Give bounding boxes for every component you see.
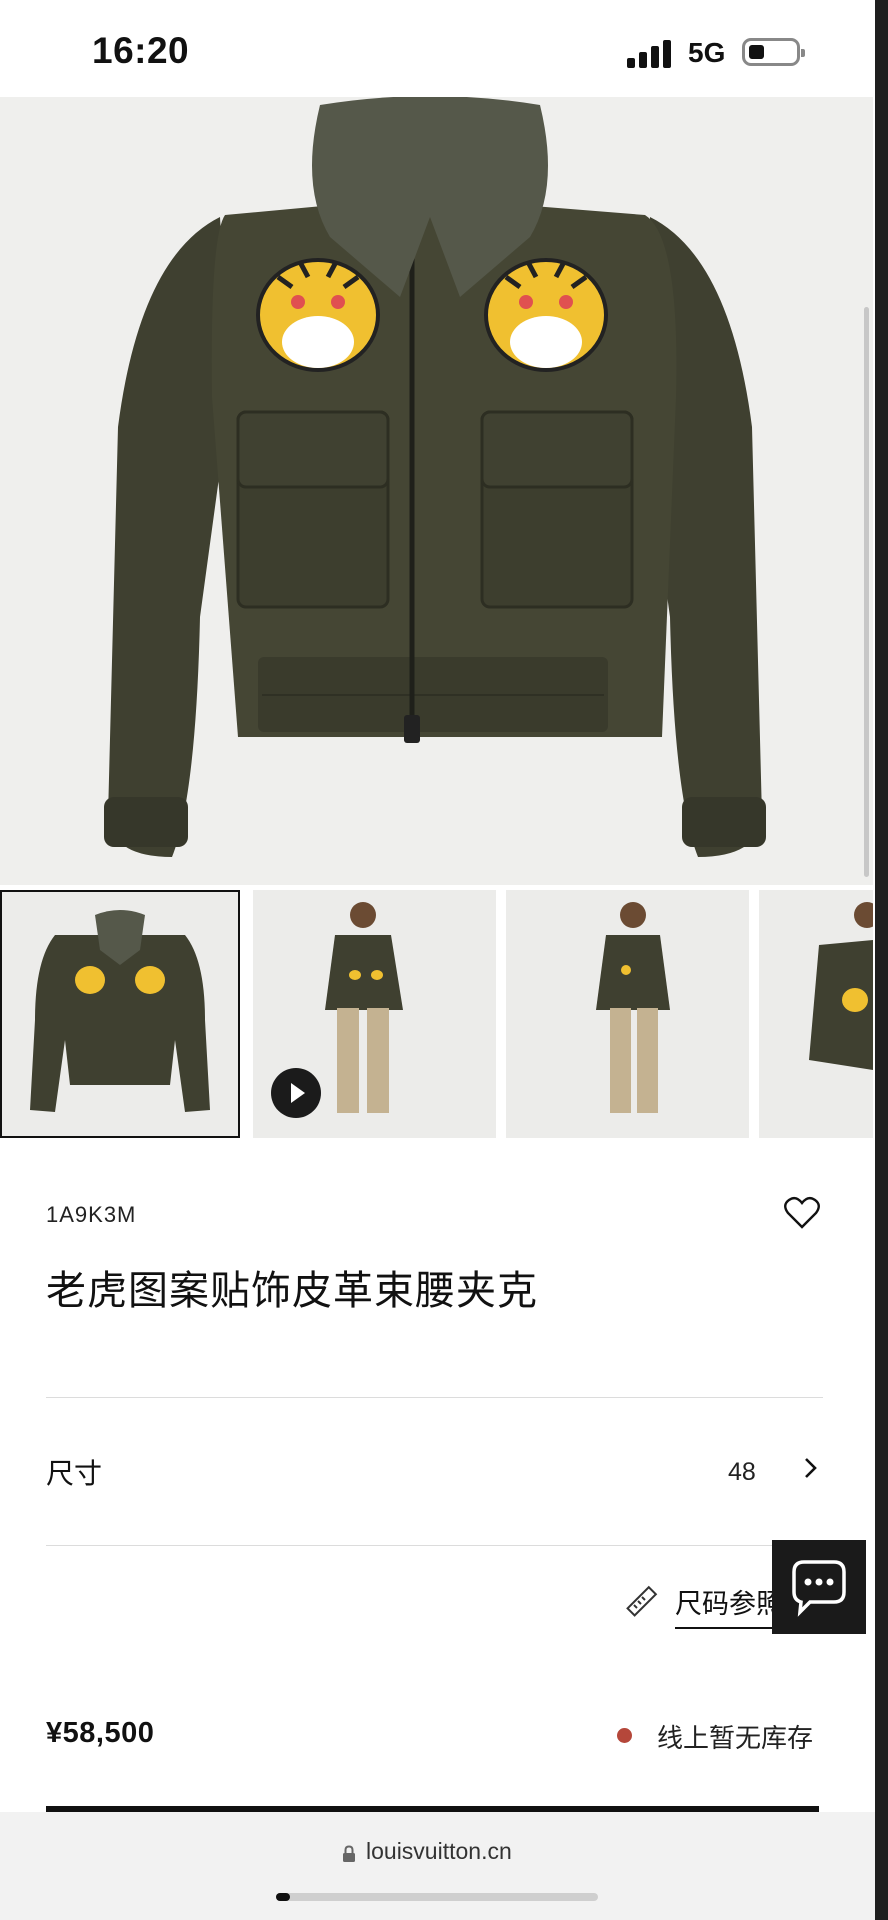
status-bar: 16:20 5G: [0, 0, 888, 100]
thumbnail-product[interactable]: [0, 890, 240, 1138]
battery-icon: [742, 38, 805, 66]
product-hero-image[interactable]: [0, 96, 873, 885]
browser-url[interactable]: louisvuitton.cn: [366, 1838, 512, 1865]
chevron-right-icon: [805, 1458, 817, 1478]
stock-status-dot: [617, 1728, 632, 1743]
browser-address-bar[interactable]: [0, 1812, 875, 1920]
tiger-patch-right: [484, 258, 608, 372]
play-video-button[interactable]: [271, 1068, 321, 1118]
battery-level: [749, 45, 764, 59]
scrollbar[interactable]: [864, 307, 869, 877]
thumbnail-model-video[interactable]: [253, 890, 496, 1138]
divider: [46, 1545, 823, 1546]
screen-edge: [875, 0, 888, 1920]
heart-icon[interactable]: [784, 1196, 820, 1230]
product-sku: 1A9K3M: [46, 1202, 137, 1227]
size-value: 48: [728, 1458, 756, 1486]
chat-button[interactable]: [772, 1540, 866, 1634]
home-indicator[interactable]: [276, 1893, 598, 1901]
divider: [46, 1397, 823, 1398]
ruler-icon: [626, 1585, 658, 1617]
thumbnail-model[interactable]: [506, 890, 749, 1138]
size-label: 尺寸: [46, 1458, 103, 1489]
signal-icon: [627, 38, 673, 68]
stock-status: 线上暂无库存: [657, 1723, 814, 1753]
chat-bubble-icon: [792, 1560, 846, 1617]
jacket-illustration: [104, 96, 766, 857]
network-type: 5G: [688, 37, 726, 68]
product-price: ¥58,500: [46, 1717, 155, 1749]
status-time: 16:20: [92, 30, 190, 71]
thumbnail-strip[interactable]: [0, 890, 873, 1140]
product-title: 老虎图案贴饰皮革束腰夹克: [46, 1269, 538, 1313]
thumbnail-model-partial[interactable]: [759, 890, 873, 1138]
size-guide-link[interactable]: 尺码参照: [675, 1582, 777, 1629]
lock-icon: [343, 1845, 355, 1862]
tiger-patch-left: [256, 258, 380, 372]
